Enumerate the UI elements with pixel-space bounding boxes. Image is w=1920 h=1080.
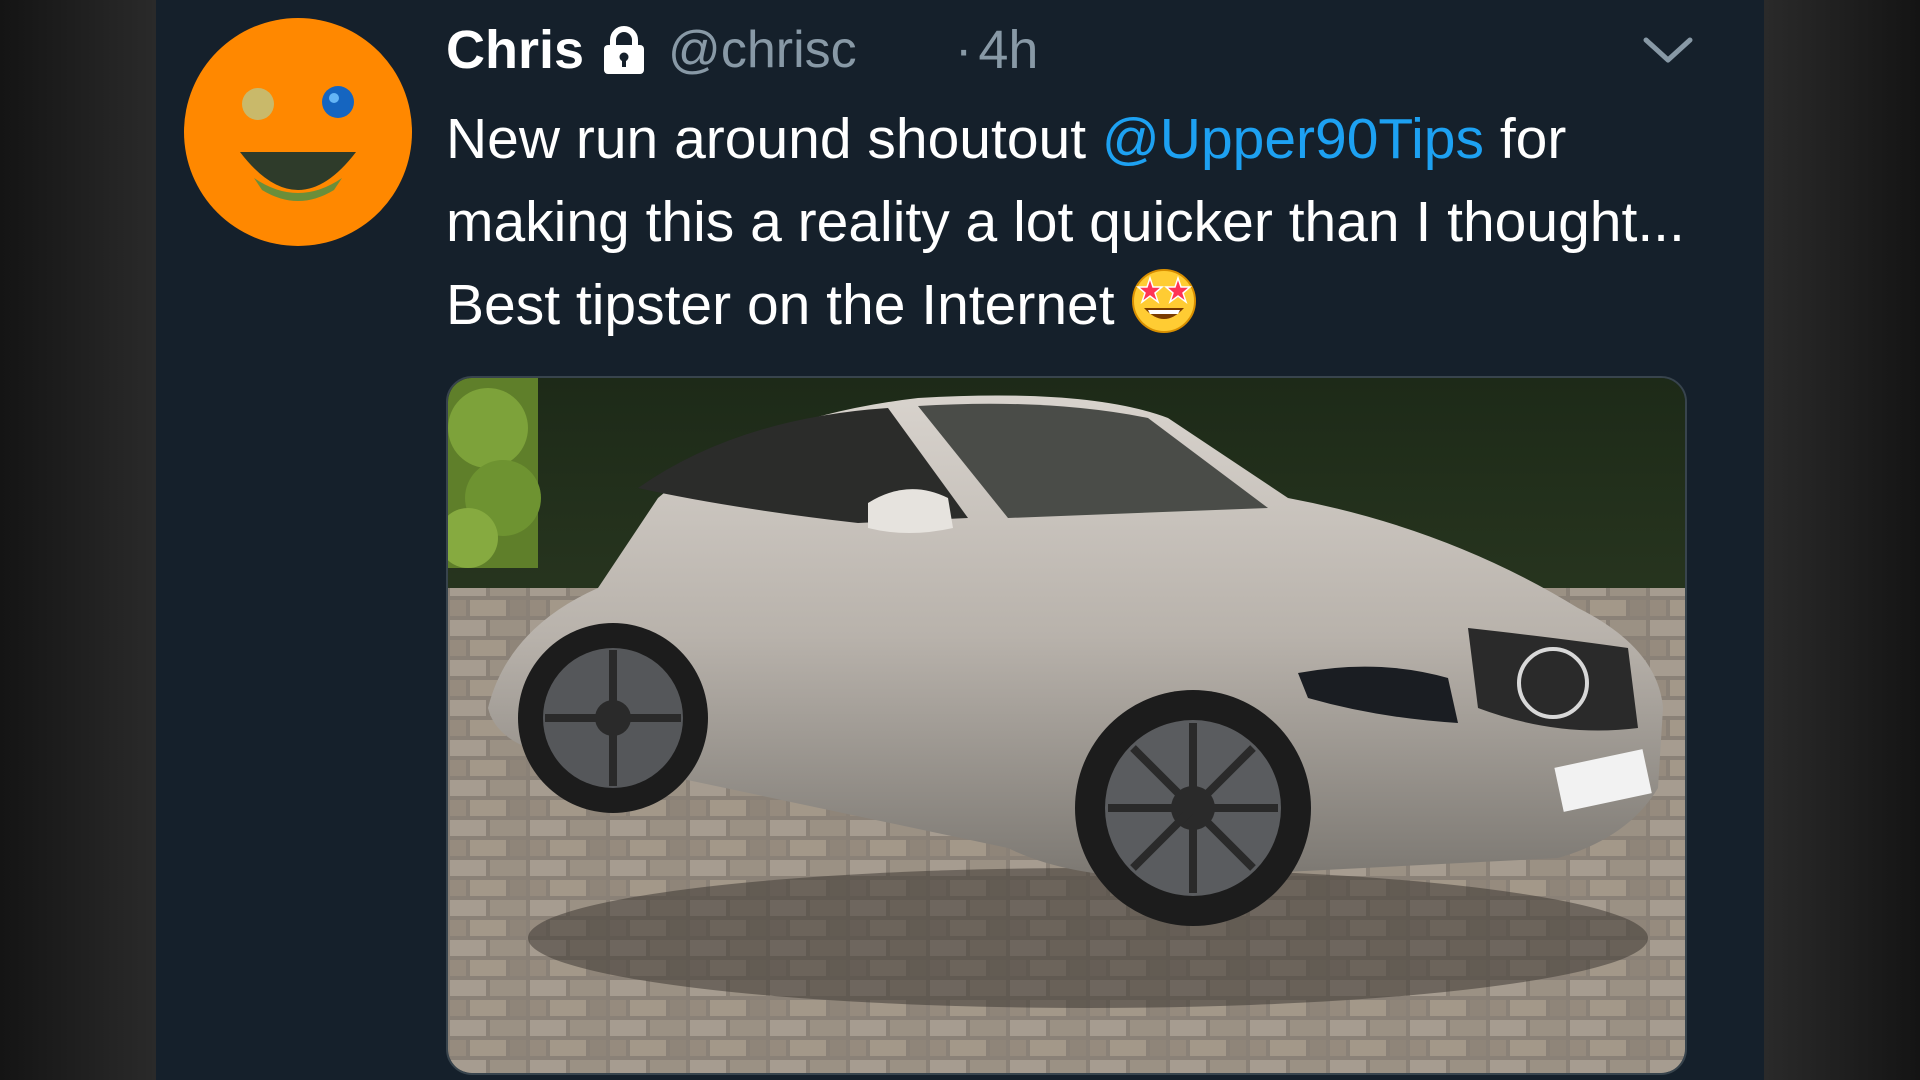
tweet-text: New run around shoutout @Upper90Tips for… — [446, 98, 1716, 357]
author-handle[interactable]: @chrisc — [668, 20, 890, 80]
lock-icon — [598, 24, 650, 76]
background-left — [0, 0, 156, 1080]
tweet-text-part1: New run around shoutout — [446, 107, 1102, 171]
avatar[interactable] — [184, 18, 412, 246]
car-photo — [448, 378, 1685, 1073]
background-right — [1764, 0, 1920, 1080]
tweet-timestamp[interactable]: 4h — [978, 19, 1038, 81]
tweet-media-photo[interactable] — [446, 376, 1687, 1075]
mention-link[interactable]: @Upper90Tips — [1102, 107, 1484, 171]
tweet-header: Chris @chrisc · 4h — [446, 12, 1038, 88]
author-name[interactable]: Chris — [446, 19, 584, 81]
smiley-face-avatar-icon — [184, 18, 412, 246]
star-struck-emoji-icon — [1125, 264, 1203, 357]
header-separator: · — [955, 21, 973, 79]
chevron-down-icon[interactable] — [1640, 30, 1696, 70]
